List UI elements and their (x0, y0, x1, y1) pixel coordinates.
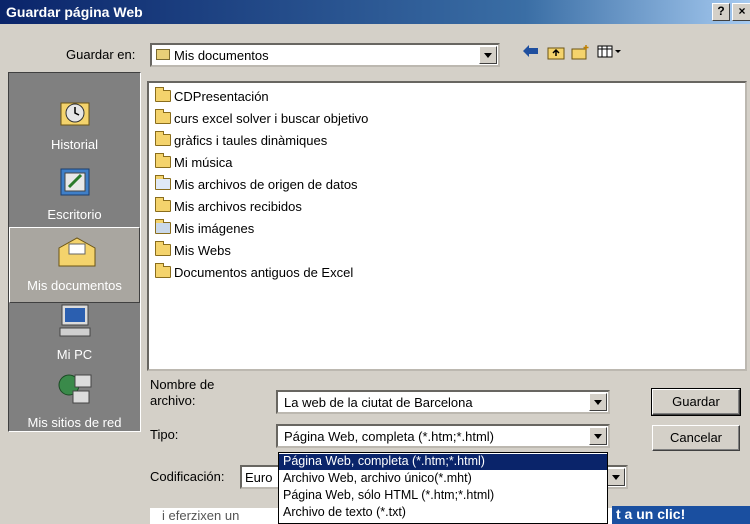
save-in-label: Guardar en: (66, 47, 136, 62)
list-item[interactable]: Mis archivos recibidos (155, 197, 302, 221)
pictures-folder-icon (155, 219, 171, 234)
list-item[interactable]: CDPresentación (155, 87, 269, 111)
type-label: Tipo: (150, 427, 179, 442)
file-name: CDPresentación (174, 89, 269, 104)
type-dropdown-arrow[interactable] (589, 427, 607, 445)
list-item[interactable]: Mis archivos de origen de datos (155, 175, 358, 199)
back-icon[interactable] (520, 44, 542, 66)
new-folder-icon[interactable] (570, 44, 592, 66)
folder-icon (155, 153, 171, 168)
folder-icon (155, 131, 171, 146)
type-option[interactable]: Página Web, completa (*.htm;*.html) (279, 454, 607, 470)
type-option[interactable]: Página Web, sólo HTML (*.htm;*.html) (279, 488, 607, 504)
history-icon (57, 93, 93, 129)
cancel-button[interactable]: Cancelar (652, 425, 740, 451)
place-history[interactable]: Historial (9, 87, 140, 163)
folder-icon (155, 109, 171, 124)
place-label: Mi PC (56, 347, 93, 362)
list-item[interactable]: Mis Webs (155, 241, 231, 265)
desktop-icon (57, 163, 93, 199)
close-button[interactable]: × (732, 3, 750, 21)
file-name: Mis archivos de origen de datos (174, 177, 358, 192)
file-name: Mi música (174, 155, 233, 170)
file-name: curs excel solver i buscar objetivo (174, 111, 369, 126)
list-item[interactable]: Mi música (155, 153, 233, 177)
save-button[interactable]: Guardar (651, 388, 741, 416)
place-label: Mis sitios de red (27, 415, 122, 430)
filename-input[interactable]: La web de la ciutat de Barcelona (276, 390, 610, 414)
place-label: Escritorio (47, 207, 102, 222)
list-item[interactable]: Mis imágenes (155, 219, 255, 243)
places-bar: Historial Escritorio Mis documentos Mi P… (8, 72, 141, 432)
encoding-value: Euro (245, 470, 273, 485)
type-option[interactable]: Archivo de texto (*.txt) (279, 505, 607, 521)
shortcut-folder-icon (155, 263, 171, 278)
file-name: Mis archivos recibidos (174, 199, 302, 214)
data-source-folder-icon (155, 175, 171, 190)
background-banner: t a un clic! (612, 506, 750, 524)
file-name: gràfics i taules dinàmiques (174, 133, 328, 148)
type-select[interactable]: Página Web, completa (*.htm;*.html) (276, 424, 610, 448)
encoding-label: Codificación: (150, 469, 225, 484)
place-label: Historial (51, 137, 98, 152)
file-name: Mis imágenes (174, 221, 255, 236)
place-label: Mis documentos (27, 278, 122, 293)
type-dropdown-list[interactable]: Página Web, completa (*.htm;*.html) Arch… (278, 452, 608, 524)
my-documents-icon (57, 234, 95, 270)
window-title: Guardar página Web (6, 4, 143, 20)
filename-value: La web de la ciutat de Barcelona (284, 395, 473, 410)
my-documents-small-icon (156, 49, 170, 60)
list-item[interactable]: curs excel solver i buscar objetivo (155, 109, 369, 133)
file-name: Mis Webs (174, 243, 231, 258)
background-text-left: i eferzixen un (162, 508, 240, 523)
my-computer-icon (57, 303, 93, 339)
views-icon[interactable] (596, 44, 624, 66)
file-list[interactable]: CDPresentación curs excel solver i busca… (147, 81, 747, 371)
save-in-select[interactable]: Mis documentos (150, 43, 500, 67)
up-folder-icon[interactable] (545, 44, 567, 66)
place-my-documents[interactable]: Mis documentos (9, 227, 140, 303)
list-item[interactable]: Documentos antiguos de Excel (155, 263, 354, 287)
background-text-right: t a un clic! (616, 506, 686, 522)
type-value: Página Web, completa (*.htm;*.html) (284, 429, 495, 444)
encoding-dropdown-arrow[interactable] (607, 468, 625, 486)
list-item[interactable]: gràfics i taules dinàmiques (155, 131, 328, 155)
title-bar[interactable]: Guardar página Web ? × (0, 0, 750, 24)
file-name: Documentos antiguos de Excel (174, 265, 354, 280)
place-my-computer[interactable]: Mi PC (9, 297, 140, 373)
filename-label-line1: Nombre de (150, 377, 215, 392)
save-in-value: Mis documentos (174, 48, 269, 63)
place-network[interactable]: Mis sitios de red (9, 365, 140, 441)
save-web-page-dialog: Guardar página Web ? × Guardar en: Mis d… (0, 0, 750, 524)
folder-icon (155, 241, 171, 256)
type-option[interactable]: Archivo Web, archivo único(*.mht) (279, 471, 607, 487)
folder-icon (155, 87, 171, 102)
help-button[interactable]: ? (712, 3, 730, 21)
place-desktop[interactable]: Escritorio (9, 157, 140, 233)
network-places-icon (57, 371, 93, 407)
filename-label-line2: archivo: (150, 393, 196, 408)
folder-icon (155, 197, 171, 212)
save-in-dropdown-arrow[interactable] (479, 46, 497, 64)
filename-dropdown-arrow[interactable] (589, 393, 607, 411)
